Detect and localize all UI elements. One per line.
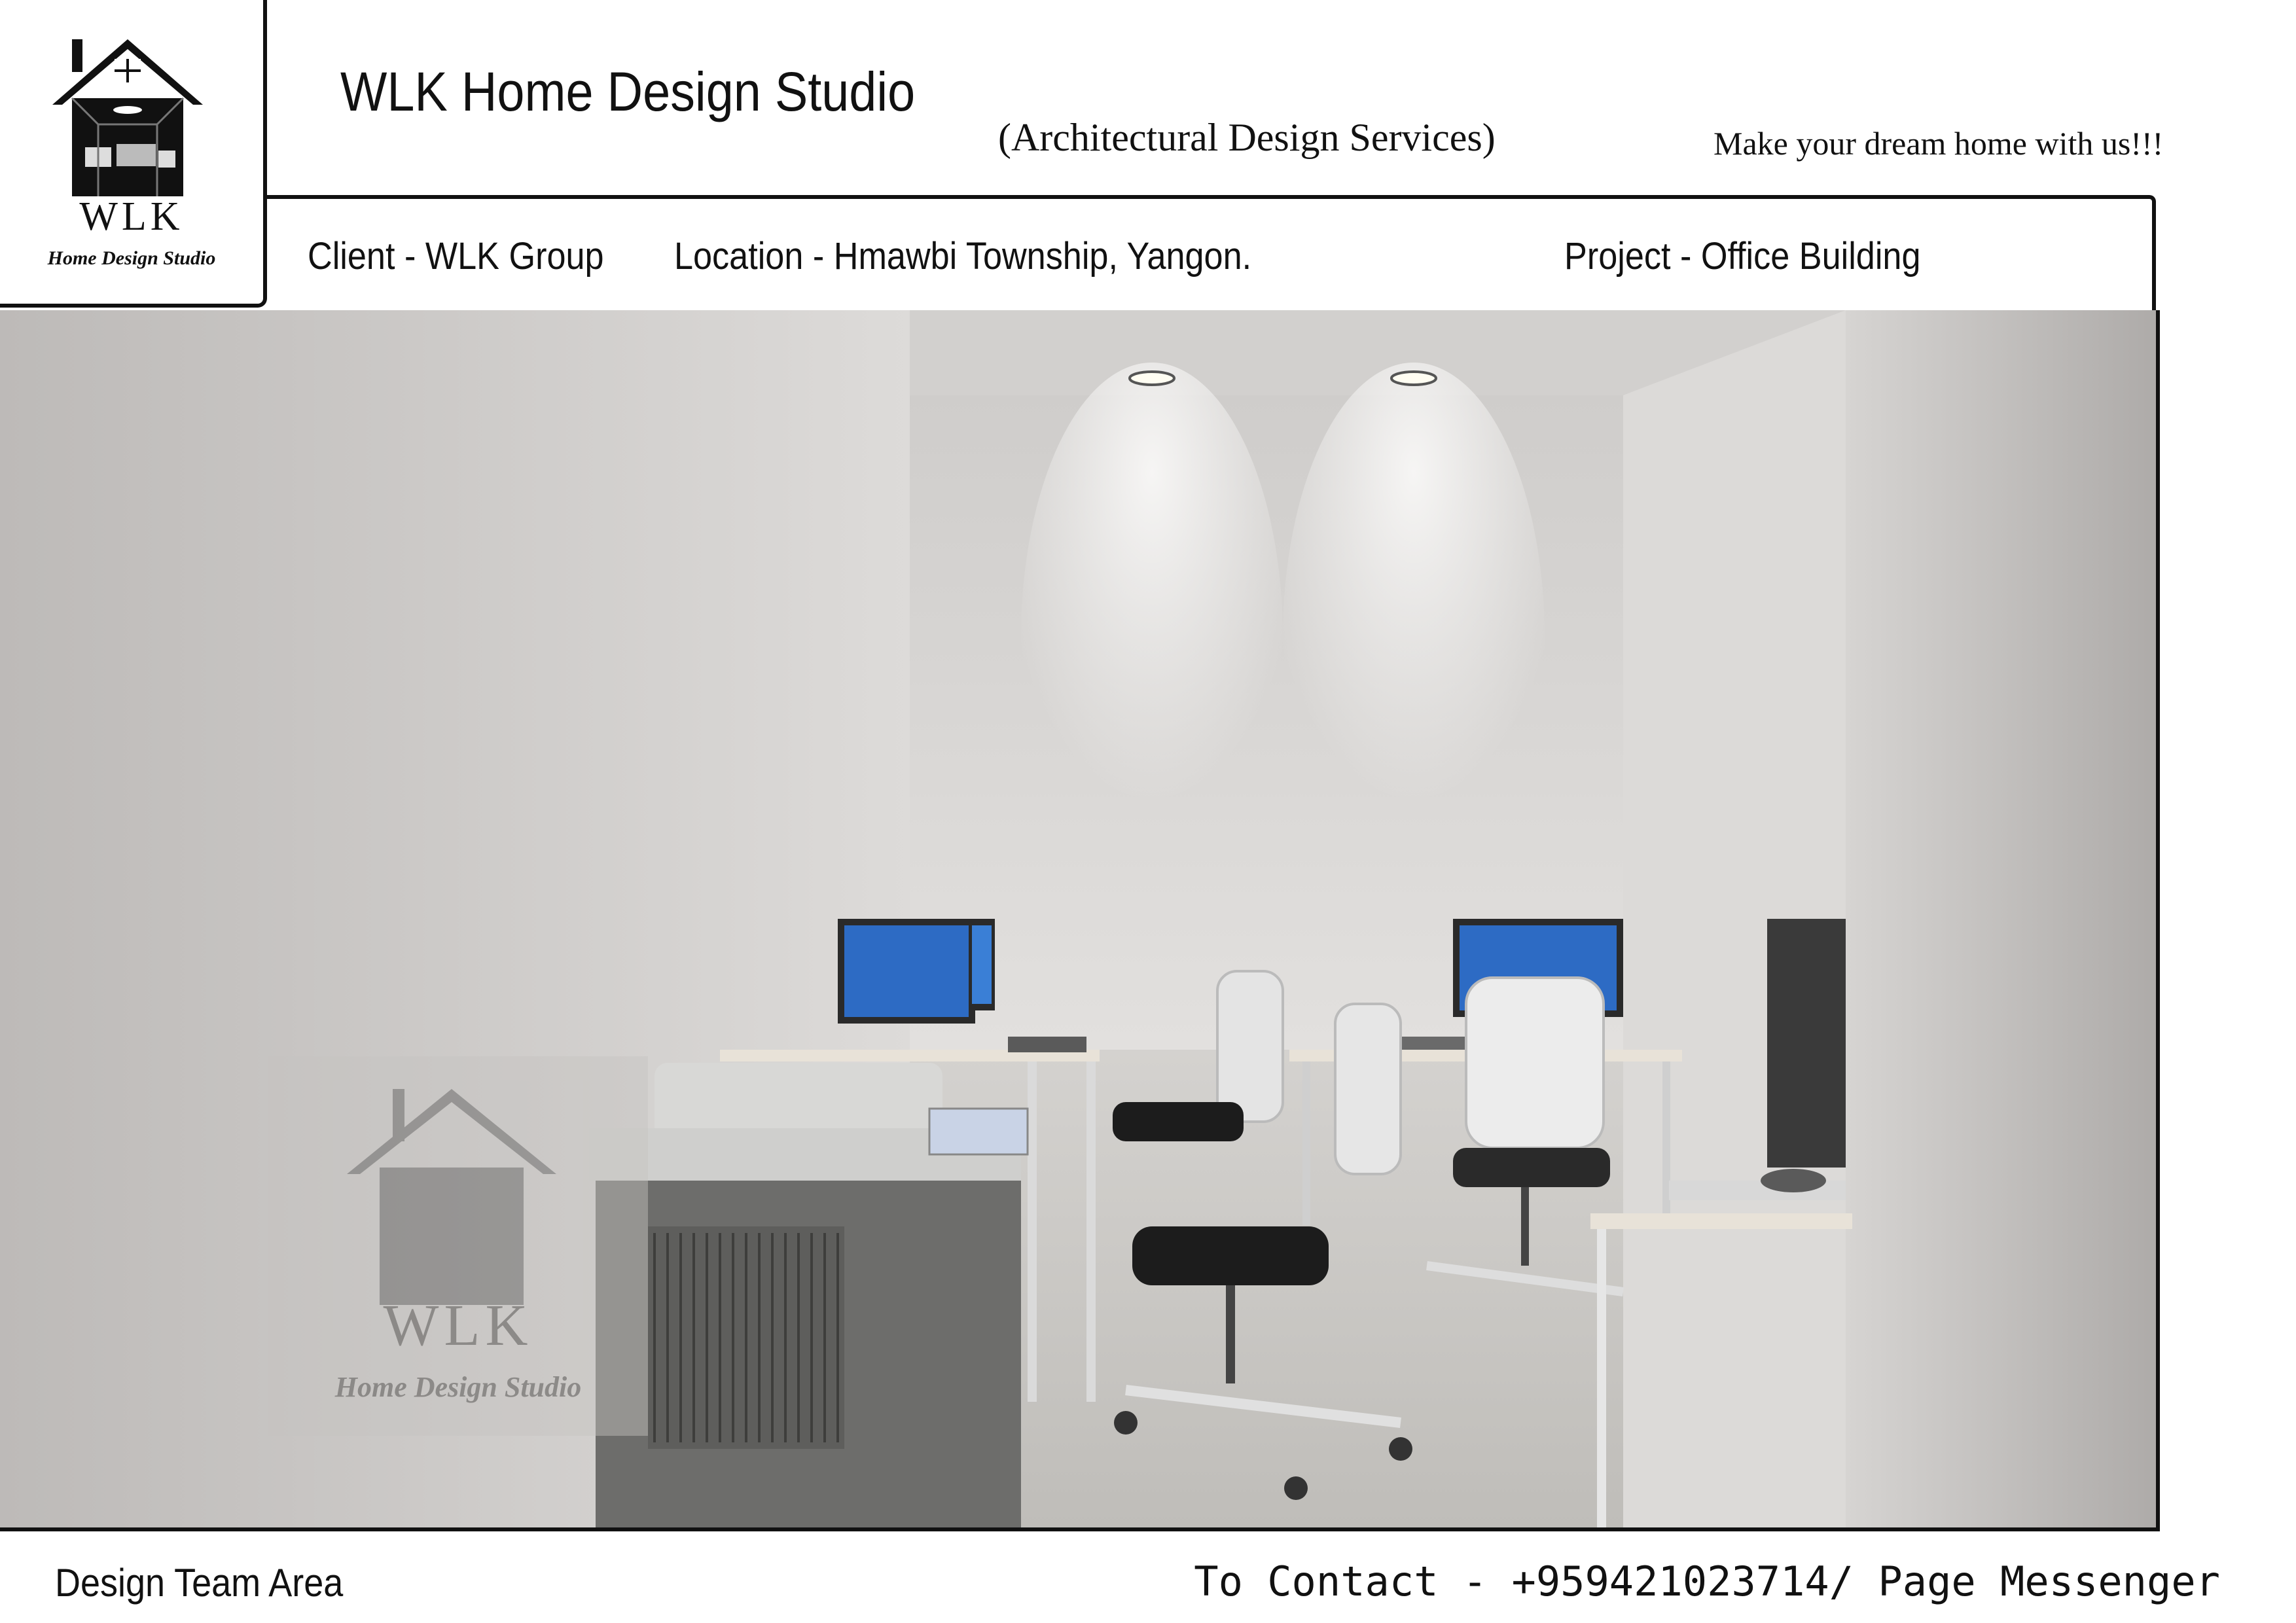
logo-wordmark: WLK: [79, 194, 184, 239]
logo-box: WLK Home Design Studio: [0, 0, 267, 308]
client-label: Client - WLK Group: [308, 235, 604, 277]
logo-subtitle: Home Design Studio: [47, 247, 216, 269]
tagline: Make your dream home with us!!!: [1713, 125, 2164, 162]
services-label: (Architectural Design Services): [998, 116, 1496, 159]
printer-vent: [653, 1233, 839, 1442]
house-logo-icon: [52, 39, 203, 196]
studio-name: WLK Home Design Studio: [340, 61, 916, 122]
watermark-wordmark: WLK: [383, 1293, 533, 1358]
office-interior-render: WLK Home Design Studio: [0, 310, 2160, 1531]
location-label: Location - Hmawbi Township, Yangon.: [674, 235, 1252, 277]
contact-info: To Contact - +959421023714/ Page Messeng…: [1194, 1558, 2220, 1605]
render-caption: Design Team Area: [55, 1561, 344, 1605]
watermark-subtitle: Home Design Studio: [334, 1371, 582, 1403]
project-label: Project - Office Building: [1564, 235, 1921, 277]
